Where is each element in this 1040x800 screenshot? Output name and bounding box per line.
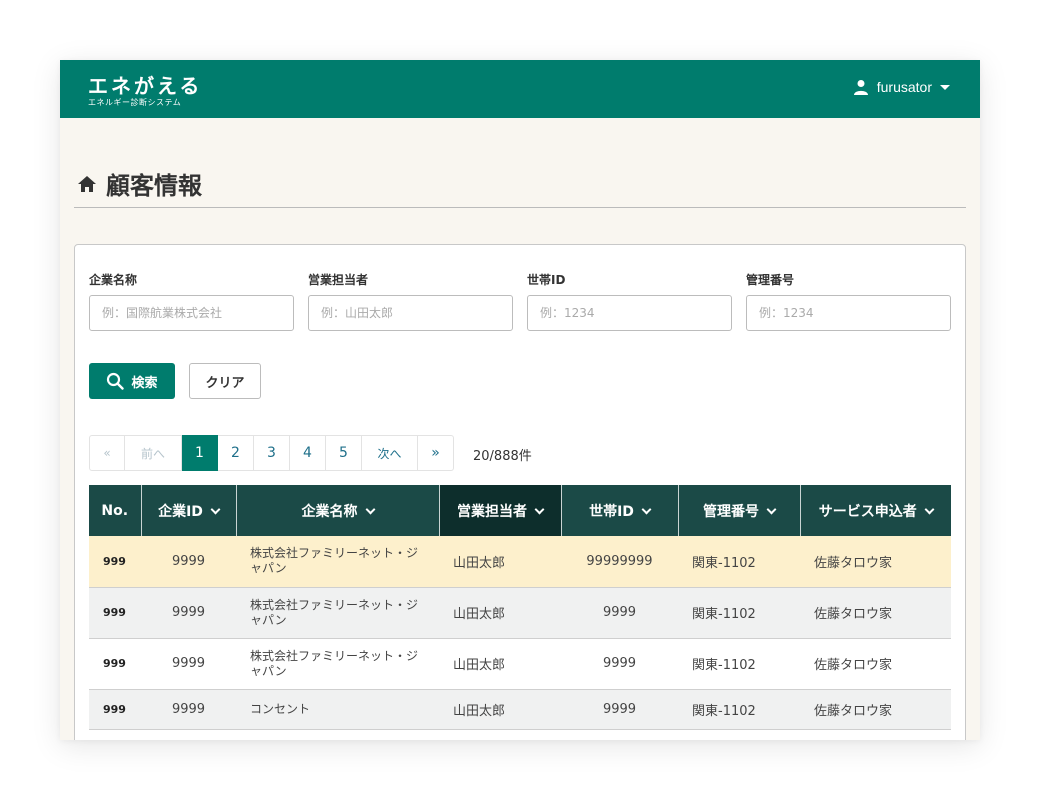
search-icon (107, 372, 125, 390)
table-row[interactable]: 999 9999 株式会社ファミリーネット・ジャパン 山田太郎 9999 関東-… (89, 587, 951, 639)
cell-management-number: 関東-1102 (678, 689, 800, 730)
caret-down-icon (940, 84, 950, 90)
chevron-down-icon (534, 504, 545, 514)
cell-no: 999 (89, 638, 141, 690)
logo-subtitle: エネルギー診断システム (88, 98, 182, 107)
management-number-label: 管理番号 (746, 273, 795, 287)
household-id-label: 世帯ID (527, 273, 566, 287)
prev-page-button[interactable]: 前へ (125, 435, 182, 471)
last-page-button[interactable]: » (418, 435, 454, 471)
chevron-down-icon (924, 504, 935, 514)
page-5-button[interactable]: 5 (326, 435, 362, 471)
cell-sales-rep: 山田太郎 (439, 587, 561, 639)
cell-no: 999 (89, 689, 141, 730)
cell-company-name: 株式会社ファミリーネット・ジャパン (236, 638, 439, 690)
company-name-label: 企業名称 (89, 273, 138, 287)
logo[interactable]: エネがえる (88, 70, 202, 99)
management-number-input[interactable] (746, 295, 951, 331)
home-icon (78, 175, 96, 192)
cell-household-id: 99999999 (561, 536, 678, 588)
household-id-input[interactable] (527, 295, 732, 331)
cell-no: 999 (89, 587, 141, 639)
column-header-management-number[interactable]: 管理番号 (678, 485, 801, 536)
table-row[interactable]: 999 9999 株式会社ファミリーネット・ジャパン 山田太郎 99999999… (89, 536, 951, 588)
sales-rep-input[interactable] (308, 295, 513, 331)
first-page-button[interactable]: « (89, 435, 125, 471)
cell-applicant: 佐藤タロウ家 (800, 587, 951, 639)
page-2-button[interactable]: 2 (218, 435, 254, 471)
cell-sales-rep: 山田太郎 (439, 638, 561, 690)
page-heading: 顧客情報 (76, 166, 202, 201)
management-number-filter: 管理番号 (746, 271, 951, 331)
search-button[interactable]: 検索 (89, 363, 175, 399)
cell-company-name: 株式会社ファミリーネット・ジャパン (236, 587, 439, 639)
title-divider (74, 207, 966, 208)
cell-sales-rep: 山田太郎 (439, 689, 561, 730)
column-header-household-id[interactable]: 世帯ID (561, 485, 679, 536)
cell-management-number: 関東-1102 (678, 587, 800, 639)
cell-no: 999 (89, 536, 141, 588)
table-header-row: No. 企業ID 企業名称 営業担当者 世帯ID 管理番号 サービス申込者 (89, 485, 951, 536)
column-header-applicant[interactable]: サービス申込者 (800, 485, 951, 536)
username: furusator (876, 79, 932, 95)
cell-household-id: 9999 (561, 587, 678, 639)
user-icon (853, 80, 868, 95)
cell-sales-rep: 山田太郎 (439, 536, 561, 588)
search-button-label: 検索 (131, 374, 158, 390)
app-header: エネがえる エネルギー診断システム furusator (60, 60, 980, 118)
next-page-button[interactable]: 次へ (362, 435, 418, 471)
chevron-down-icon (641, 504, 652, 514)
user-menu[interactable]: furusator (853, 79, 950, 95)
column-header-company-name[interactable]: 企業名称 (236, 485, 440, 536)
column-header-sales-rep[interactable]: 営業担当者 (439, 485, 562, 536)
cell-management-number: 関東-1102 (678, 536, 800, 588)
table-row[interactable]: 999 9999 コンセント 山田太郎 9999 関東-1102 佐藤タロウ家 (89, 689, 951, 730)
app-window: エネがえる エネルギー診断システム furusator 顧客情報 企業名称 営業… (60, 60, 980, 740)
chevron-down-icon (766, 504, 777, 514)
chevron-down-icon (365, 504, 375, 514)
household-id-filter: 世帯ID (527, 271, 732, 331)
page-1-button[interactable]: 1 (182, 435, 218, 471)
table-row[interactable]: 999 9999 株式会社ファミリーネット・ジャパン 山田太郎 9999 関東-… (89, 638, 951, 690)
cell-household-id: 9999 (561, 689, 678, 730)
company-name-input[interactable] (89, 295, 294, 331)
company-name-filter: 企業名称 (89, 271, 294, 331)
column-header-company-id[interactable]: 企業ID (141, 485, 237, 536)
cell-applicant: 佐藤タロウ家 (800, 536, 951, 588)
cell-applicant: 佐藤タロウ家 (800, 689, 951, 730)
cell-company-id: 9999 (141, 536, 236, 588)
page-4-button[interactable]: 4 (290, 435, 326, 471)
cell-company-name: コンセント (236, 689, 439, 730)
pagination: « 前へ 1 2 3 4 5 次へ » (89, 435, 454, 471)
cell-company-id: 9999 (141, 638, 236, 690)
cell-company-id: 9999 (141, 587, 236, 639)
clear-button[interactable]: クリア (189, 363, 261, 399)
chevron-down-icon (210, 504, 221, 514)
cell-company-id: 9999 (141, 689, 236, 730)
cell-company-name: 株式会社ファミリーネット・ジャパン (236, 536, 439, 588)
cell-management-number: 関東-1102 (678, 638, 800, 690)
customer-table: No. 企業ID 企業名称 営業担当者 世帯ID 管理番号 サービス申込者 99… (89, 485, 951, 730)
column-header-no: No. (89, 485, 142, 536)
cell-applicant: 佐藤タロウ家 (800, 638, 951, 690)
cell-household-id: 9999 (561, 638, 678, 690)
page-3-button[interactable]: 3 (254, 435, 290, 471)
page-title: 顧客情報 (106, 172, 202, 200)
result-count: 20/888件 (473, 449, 532, 464)
sales-rep-label: 営業担当者 (308, 273, 369, 287)
sales-rep-filter: 営業担当者 (308, 271, 513, 331)
customer-search-card: 企業名称 営業担当者 世帯ID 管理番号 検索 クリア « 前へ 1 2 (74, 244, 966, 740)
